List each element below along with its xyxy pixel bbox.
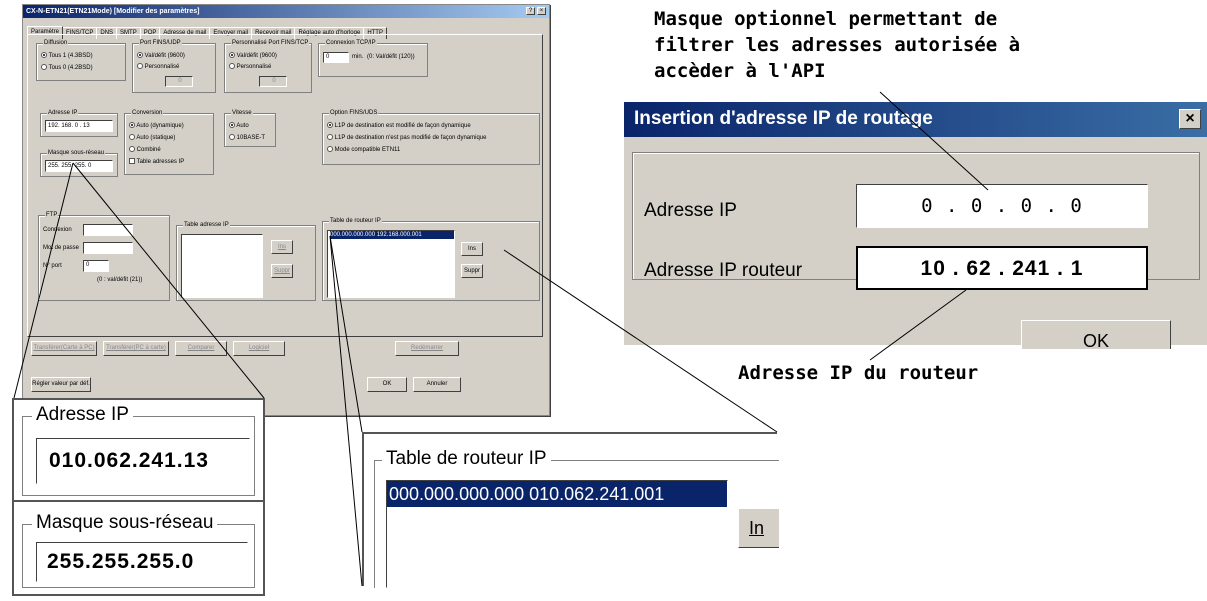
zoom-ip-line-right [72, 162, 265, 399]
annotation-top-pointer [879, 91, 989, 191]
annotation-bottom-pointer [869, 289, 967, 361]
zoom-router-line-right [329, 235, 363, 587]
zoom-ip-line-left [13, 162, 74, 399]
connector-lines [13, 91, 989, 587]
zoom-router-line-left [329, 235, 363, 433]
dialog-link-line [503, 249, 778, 433]
